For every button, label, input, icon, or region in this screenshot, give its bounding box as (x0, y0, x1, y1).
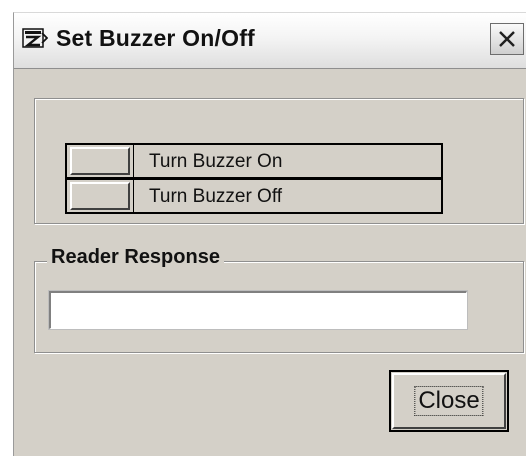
reader-response-label: Reader Response (47, 246, 224, 269)
turn-buzzer-on-label: Turn Buzzer On (149, 151, 283, 172)
row-divider (133, 145, 134, 177)
turn-buzzer-off-label: Turn Buzzer Off (149, 186, 283, 207)
title-close-button[interactable] (490, 23, 524, 55)
dialog-window: Set Buzzer On/Off Turn Buzzer On Turn Bu… (13, 12, 526, 456)
app-icon (22, 27, 49, 51)
turn-buzzer-on-row[interactable]: Turn Buzzer On (65, 143, 443, 179)
close-x-icon (499, 31, 515, 47)
row-divider (133, 180, 134, 212)
buzzer-commands-group: Turn Buzzer On Turn Buzzer Off (34, 98, 524, 224)
close-button-label: Close (414, 386, 484, 416)
turn-buzzer-off-row[interactable]: Turn Buzzer Off (65, 178, 443, 214)
turn-buzzer-off-button[interactable] (70, 182, 130, 210)
window-title: Set Buzzer On/Off (56, 25, 255, 51)
reader-response-field[interactable] (48, 290, 468, 330)
title-bar[interactable]: Set Buzzer On/Off (14, 13, 526, 69)
close-button[interactable]: Close (389, 370, 509, 432)
turn-buzzer-on-button[interactable] (70, 147, 130, 175)
